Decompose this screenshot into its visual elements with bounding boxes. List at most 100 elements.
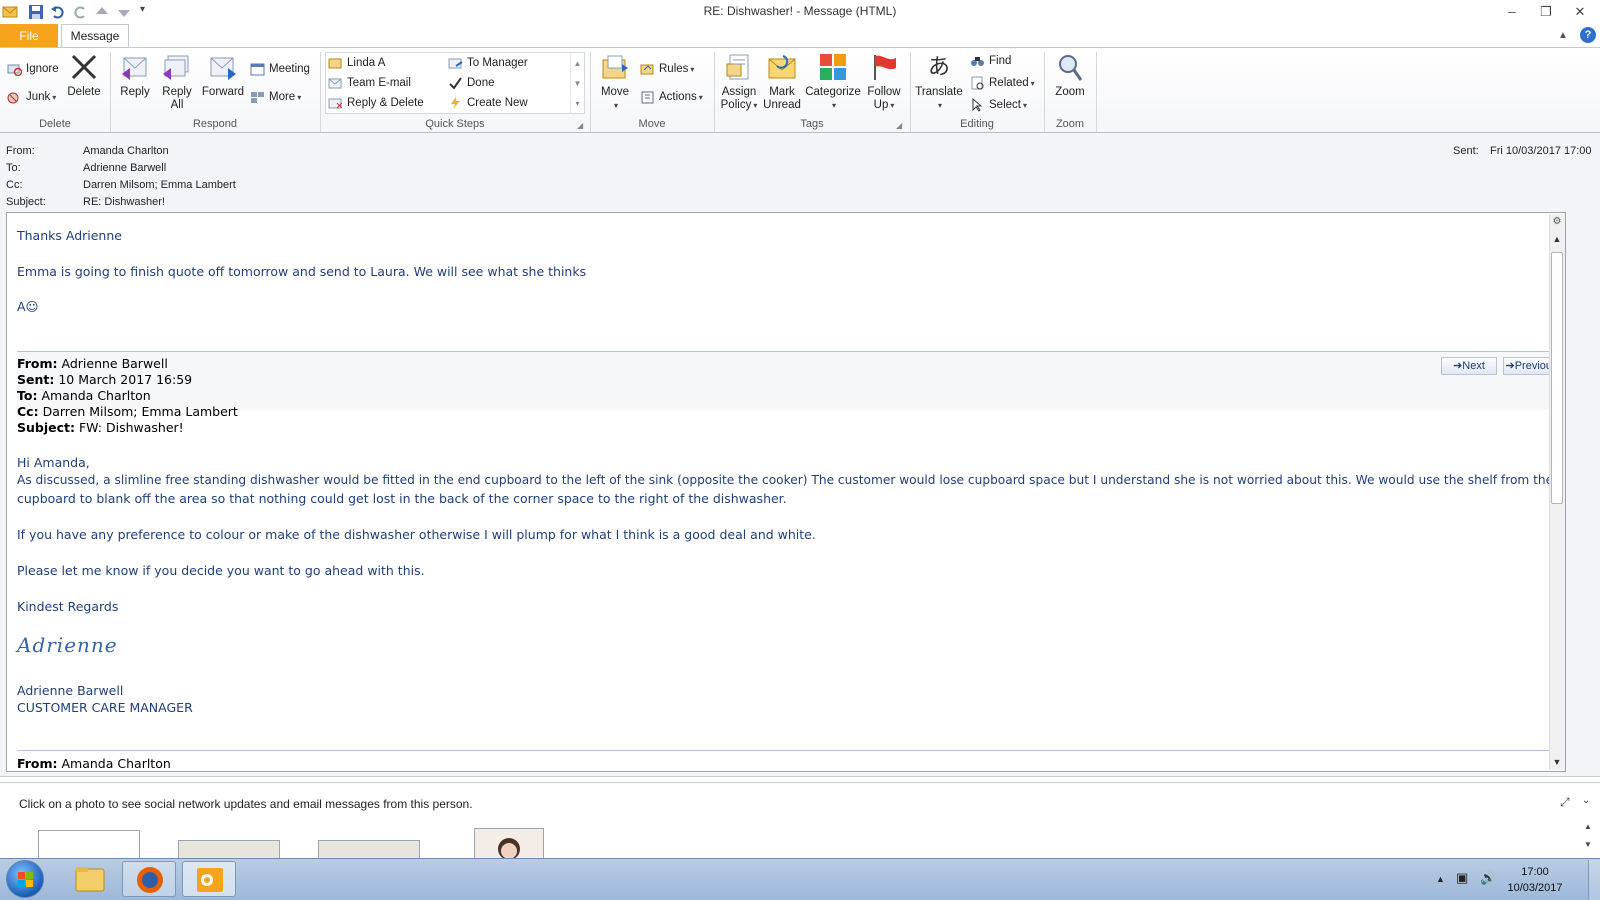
sent-value: Fri 10/03/2017 17:00 bbox=[1490, 145, 1592, 157]
from-value[interactable]: Amanda Charlton bbox=[83, 145, 169, 157]
reply-all-button[interactable]: Reply All bbox=[157, 52, 197, 112]
show-desktop-button[interactable] bbox=[1588, 860, 1600, 900]
arrow-left-icon: ➔ bbox=[1505, 360, 1515, 372]
person-avatar-icon bbox=[498, 838, 520, 860]
tab-message[interactable]: Message bbox=[61, 24, 129, 48]
quick-step-reply-delete[interactable]: Reply & Delete bbox=[328, 94, 424, 112]
handwritten-signature: Adrienne bbox=[17, 633, 118, 657]
ignore-button[interactable]: Ignore bbox=[7, 60, 59, 78]
reply-icon bbox=[120, 52, 150, 82]
body-paragraph: As discussed, a slimline free standing d… bbox=[17, 473, 1554, 487]
move-button[interactable]: Move ▾ bbox=[596, 52, 634, 112]
mark-unread-button[interactable]: Mark Unread bbox=[762, 52, 802, 112]
scroll-down-arrow[interactable]: ▼ bbox=[1550, 757, 1564, 771]
cc-value[interactable]: Darren Milsom; Emma Lambert bbox=[83, 179, 236, 191]
actions-button[interactable]: Actions ▾ bbox=[640, 88, 703, 106]
body-sign-off: A☺ bbox=[17, 299, 39, 314]
group-label-editing: Editing bbox=[960, 118, 994, 130]
translate-icon: あ bbox=[927, 54, 950, 79]
firefox-icon bbox=[137, 867, 163, 893]
clock-time[interactable]: 17:00 bbox=[1505, 866, 1565, 878]
contact-photo[interactable] bbox=[178, 840, 280, 860]
assign-policy-button[interactable]: Assign Policy ▾ bbox=[716, 52, 762, 112]
taskbar-firefox[interactable] bbox=[122, 861, 176, 897]
collapse-ribbon-icon[interactable]: ▲ bbox=[1558, 30, 1568, 41]
tab-file[interactable]: File bbox=[0, 24, 58, 48]
ignore-icon bbox=[7, 62, 23, 77]
people-pane-splitter[interactable] bbox=[0, 782, 1600, 786]
junk-button[interactable]: Junk ▾ bbox=[7, 88, 56, 106]
quick-step-team-email[interactable]: Team E-mail bbox=[328, 74, 411, 92]
checkmark-icon bbox=[448, 76, 463, 90]
ribbon-tab-bar bbox=[0, 24, 1600, 48]
group-label-zoom: Zoom bbox=[1055, 118, 1085, 130]
fwd-to: To: Amanda Charlton bbox=[17, 388, 151, 403]
group-label-respond: Respond bbox=[192, 118, 238, 130]
show-hidden-icons[interactable]: ▲ bbox=[1436, 874, 1445, 884]
start-button[interactable] bbox=[6, 860, 44, 898]
subject-label: Subject: bbox=[6, 196, 46, 208]
reply-button[interactable]: Reply bbox=[115, 52, 155, 99]
forwarded-header-block bbox=[17, 352, 1565, 410]
forward-button[interactable]: Forward bbox=[200, 52, 246, 99]
quick-step-to-manager[interactable]: To Manager bbox=[448, 54, 528, 72]
window-title: RE: Dishwasher! - Message (HTML) bbox=[703, 4, 897, 18]
group-label-quick-steps: Quick Steps bbox=[425, 118, 485, 130]
body-regards: Kindest Regards bbox=[17, 599, 119, 614]
related-button[interactable]: Related ▾ bbox=[970, 74, 1035, 92]
restore-button[interactable]: ❐ bbox=[1532, 2, 1560, 22]
next-button[interactable]: ➔Next bbox=[1441, 357, 1497, 375]
quick-step-linda-a[interactable]: Linda A bbox=[328, 54, 385, 72]
sent-label: Sent: bbox=[1453, 145, 1479, 157]
scroll-up-arrow[interactable]: ▲ bbox=[1550, 234, 1564, 248]
meeting-button[interactable]: Meeting bbox=[250, 60, 310, 78]
help-icon[interactable]: ? bbox=[1580, 27, 1596, 43]
magnifier-icon bbox=[1055, 52, 1085, 82]
quick-step-create-new[interactable]: Create New bbox=[448, 94, 528, 112]
to-manager-icon bbox=[448, 56, 463, 70]
fwd-sent: Sent: 10 March 2017 16:59 bbox=[17, 372, 193, 387]
delete-button[interactable]: Delete bbox=[64, 52, 104, 99]
contact-photo[interactable] bbox=[318, 840, 420, 860]
contact-photo[interactable] bbox=[38, 830, 140, 860]
flag-icon bbox=[869, 52, 899, 82]
people-scroll-down[interactable]: ▼ bbox=[1584, 840, 1592, 849]
rules-button[interactable]: Rules ▾ bbox=[640, 60, 694, 78]
volume-icon[interactable]: 🔊 bbox=[1480, 870, 1496, 886]
categorize-button[interactable]: Categorize ▾ bbox=[804, 52, 862, 112]
taskbar-explorer[interactable] bbox=[62, 861, 116, 897]
quick-steps-scroll[interactable]: ▲ ▼ ▾ bbox=[570, 54, 584, 114]
translate-button[interactable]: あ Translate ▾ bbox=[914, 52, 964, 112]
fwd-from: From: Adrienne Barwell bbox=[17, 356, 168, 371]
zoom-button[interactable]: Zoom bbox=[1050, 52, 1090, 99]
select-button[interactable]: Select ▾ bbox=[970, 96, 1027, 114]
people-scroll-up[interactable]: ▲ bbox=[1584, 822, 1592, 831]
dialog-launcher-icon[interactable]: ◢ bbox=[577, 121, 583, 130]
contact-photo[interactable] bbox=[474, 828, 544, 860]
body-line: Emma is going to finish quote off tomorr… bbox=[17, 264, 587, 279]
close-button[interactable]: ✕ bbox=[1566, 2, 1594, 22]
taskbar-outlook[interactable] bbox=[182, 861, 236, 897]
more-respond-button[interactable]: More ▾ bbox=[250, 88, 301, 106]
actions-icon bbox=[640, 90, 655, 104]
dialog-launcher-icon[interactable]: ◢ bbox=[896, 121, 902, 130]
group-separator bbox=[1096, 52, 1097, 132]
minimize-button[interactable]: – bbox=[1498, 2, 1526, 22]
quick-step-done[interactable]: Done bbox=[448, 74, 495, 92]
find-button[interactable]: Find bbox=[970, 52, 1011, 70]
scroll-settings-icon[interactable]: ⚙ bbox=[1550, 216, 1564, 230]
expand-icon[interactable]: ⤢ bbox=[1560, 795, 1570, 810]
more-icon bbox=[250, 90, 265, 104]
from-label: From: bbox=[6, 145, 35, 157]
clock-date[interactable]: 10/03/2017 bbox=[1505, 882, 1565, 894]
group-label-delete: Delete bbox=[39, 118, 71, 130]
folder-icon bbox=[75, 867, 105, 892]
follow-up-button[interactable]: Follow Up ▾ bbox=[864, 52, 904, 112]
collapse-pane-icon[interactable]: ⌄ bbox=[1582, 795, 1590, 806]
scrollbar-thumb[interactable] bbox=[1551, 252, 1563, 504]
to-value[interactable]: Adrienne Barwell bbox=[83, 162, 166, 174]
folder-mail-icon bbox=[328, 56, 343, 70]
network-icon[interactable]: ▣ bbox=[1456, 870, 1468, 886]
taskbar bbox=[0, 858, 1600, 900]
fwd-subject: Subject: FW: Dishwasher! bbox=[17, 420, 184, 435]
